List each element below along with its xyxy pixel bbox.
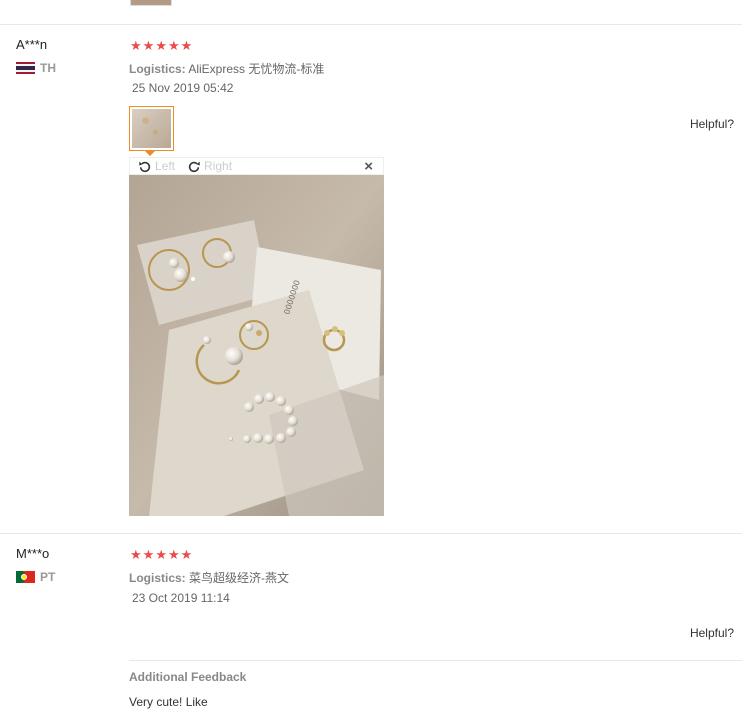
review-date: 25 Nov 2019 05:42	[132, 81, 234, 95]
reviewer-country: PT	[16, 570, 55, 584]
star-icon: ★	[142, 38, 155, 53]
star-icon: ★	[167, 547, 180, 562]
star-icon: ★	[130, 547, 142, 562]
country-code: TH	[40, 61, 56, 75]
star-icon: ★	[167, 38, 180, 53]
star-icon: ★	[142, 547, 155, 562]
review-separator	[0, 533, 742, 534]
reviewer-name: M***o	[16, 546, 50, 561]
logistics-value: 菜鸟超级经济-燕文	[189, 571, 290, 585]
logistics-info: Logistics: AliExpress 无忧物流-标准	[129, 60, 324, 77]
review-date: 23 Oct 2019 11:14	[132, 591, 230, 605]
helpful-button[interactable]: Helpful?	[690, 117, 734, 131]
rotate-right-icon	[188, 161, 200, 173]
previous-review-photo-thumbnail[interactable]	[130, 0, 172, 6]
review-photo-large: 0000000	[129, 175, 384, 516]
review-separator	[0, 24, 742, 25]
star-icon: ★	[130, 38, 142, 53]
star-rating: ★ ★ ★ ★ ★	[130, 548, 192, 561]
reviewer-name: A***n	[16, 37, 48, 52]
logistics-value: AliExpress 无忧物流-标准	[188, 62, 325, 76]
rotate-left-icon	[139, 161, 151, 173]
star-icon: ★	[155, 38, 167, 53]
photo-viewer-toolbar: Left Right ×	[129, 157, 384, 175]
star-icon: ★	[180, 38, 193, 53]
additional-feedback-separator	[129, 660, 742, 661]
rotate-right-label: Right	[204, 159, 233, 173]
review-photo-thumbnail[interactable]	[129, 106, 174, 151]
logistics-label: Logistics:	[129, 571, 186, 585]
star-rating: ★ ★ ★ ★ ★	[130, 39, 192, 52]
flag-thailand-icon	[16, 62, 35, 74]
logistics-info: Logistics: 菜鸟超级经济-燕文	[129, 569, 289, 586]
rotate-left-label: Left	[155, 159, 176, 173]
helpful-button[interactable]: Helpful?	[690, 626, 734, 640]
thumbnail-selected-caret	[144, 150, 156, 156]
earrings-photo: 0000000	[129, 175, 384, 516]
rotate-left-button[interactable]: Left	[138, 159, 175, 173]
rotate-right-button[interactable]: Right	[187, 159, 232, 173]
flag-portugal-icon	[16, 571, 35, 583]
additional-feedback-title: Additional Feedback	[129, 670, 247, 684]
star-icon: ★	[155, 547, 167, 562]
reviewer-country: TH	[16, 61, 56, 75]
country-code: PT	[40, 570, 56, 584]
logistics-label: Logistics:	[129, 62, 186, 76]
star-icon: ★	[180, 547, 193, 562]
close-icon[interactable]: ×	[364, 158, 373, 175]
thumbnail-image	[132, 109, 171, 148]
